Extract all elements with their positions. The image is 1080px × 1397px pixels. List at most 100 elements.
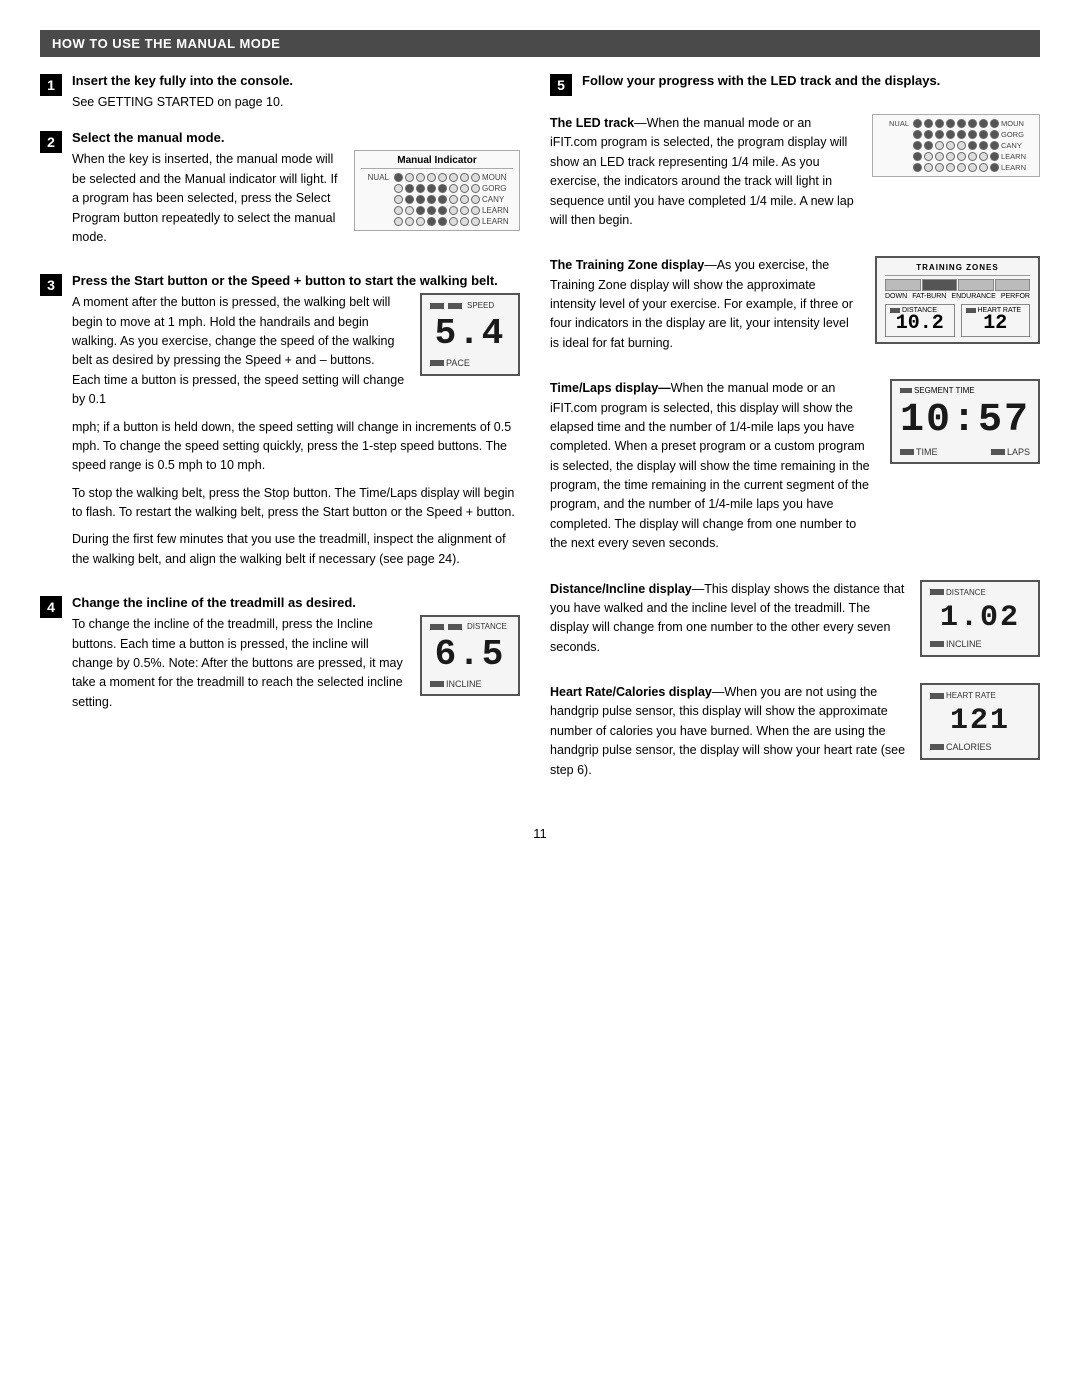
distance-incline-para: Distance/Incline dis­play—This display s… [550, 580, 906, 658]
incline2-box [930, 641, 944, 647]
led-dot [957, 130, 966, 139]
laps-box [991, 449, 1005, 455]
step-4-number: 4 [40, 596, 62, 618]
heart-rate-para: Heart Rate/Calories display—When you are… [550, 683, 906, 780]
two-col-layout: 1 Insert the key fully into the console.… [40, 73, 1040, 806]
speed-label: SPEED [430, 301, 494, 310]
manual-indicator-title: Manual Indicator [361, 155, 513, 169]
tz-label-fatburn: FAT-BURN [912, 293, 946, 300]
tz-title: The Training Zone dis­play [550, 258, 704, 272]
step-3-text: A moment after the button is pressed, th… [72, 293, 406, 417]
tz-displays: DISTANCE 10.2 HEART RATE 12 [885, 304, 1030, 337]
track-row-4: LEARN [879, 152, 1033, 161]
led-dot [979, 163, 988, 172]
pace-indicator-box [430, 360, 444, 366]
led-dot [471, 206, 480, 215]
incline-indicator: INCLINE [430, 679, 482, 689]
section-header: HOW TO USE THE MANUAL MODE [40, 30, 1040, 57]
led-dot [913, 152, 922, 161]
time-box [900, 449, 914, 455]
incline-lcd: 6.5 [430, 633, 510, 677]
page-number: 11 [40, 826, 1040, 841]
incline2-indicator: INCLINE [930, 639, 982, 649]
led-row-4: LEARN [361, 206, 513, 215]
led-dot [968, 141, 977, 150]
step-4-text: To change the incline of the treadmill, … [72, 615, 406, 720]
led-dot [935, 130, 944, 139]
led-dot [394, 173, 403, 182]
led-dot [405, 217, 414, 226]
led-dot [394, 206, 403, 215]
led-dot [990, 130, 999, 139]
training-zone-para: The Training Zone dis­play—As you exerci… [550, 256, 861, 353]
step-2-content: Select the manual mode. When the key is … [72, 130, 520, 255]
distance-indicator-box [448, 624, 462, 630]
tz-zone-endurance [958, 279, 994, 291]
led-dot [946, 163, 955, 172]
step-3-para2: mph; if a button is held down, the speed… [72, 418, 520, 476]
led-dot [924, 130, 933, 139]
led-dot [405, 184, 414, 193]
training-zone-text: The Training Zone dis­play—As you exerci… [550, 256, 861, 361]
led-dot [946, 119, 955, 128]
tz-number-1: 10.2 [890, 314, 950, 334]
led-row-5: LEARN [361, 217, 513, 226]
led-dot [394, 217, 403, 226]
led-track-title: The LED track [550, 116, 634, 130]
led-row-3: CANY [361, 195, 513, 204]
led-dot [471, 184, 480, 193]
led-dot [416, 173, 425, 182]
led-dot [405, 195, 414, 204]
led-dot [438, 206, 447, 215]
led-dot [427, 217, 436, 226]
led-label-learn1: LEARN [482, 206, 510, 215]
led-dot [990, 152, 999, 161]
led-dot [394, 184, 403, 193]
step-2-with-figure: When the key is inserted, the manual mod… [72, 150, 520, 255]
led-dot [460, 195, 469, 204]
led-dot [979, 152, 988, 161]
led-dot [438, 173, 447, 182]
training-zone-figure: The Training Zone dis­play—As you exerci… [550, 256, 1040, 361]
led-dot [460, 206, 469, 215]
time-laps-lcd: 10:57 [900, 397, 1030, 445]
step-3-title: Press the Start button or the Speed + bu… [72, 273, 520, 288]
step-1-body: See GETTING STARTED on page 10. [72, 93, 520, 112]
step-4-content: Change the incline of the treadmill as d… [72, 595, 520, 720]
led-dot [924, 163, 933, 172]
step-4-figure: To change the incline of the treadmill, … [72, 615, 520, 720]
track-label-moun: MOUN [1001, 119, 1031, 128]
track-label-learn1: LEARN [1001, 152, 1031, 161]
incline-display-panel: DISTANCE 6.5 INCLINE [420, 615, 520, 696]
distance-lcd: 1.02 [930, 599, 1030, 637]
step-2-number: 2 [40, 131, 62, 153]
header-title: HOW TO USE THE MANUAL MODE [52, 36, 280, 51]
calories-bottom: CALORIES [930, 742, 1030, 752]
led-dot [957, 141, 966, 150]
track-row-5: LEARN [879, 163, 1033, 172]
led-dot [449, 206, 458, 215]
led-track-para: The LED track—When the manual mode or an… [550, 114, 858, 230]
led-dot [913, 119, 922, 128]
led-label-moun: MOUN [482, 173, 510, 182]
distance-display-panel: DISTANCE 1.02 INCLINE [920, 580, 1040, 657]
di-title: Distance/Incline dis­play [550, 582, 692, 596]
step-3-number: 3 [40, 274, 62, 296]
led-track-body: When the manual mode or an iFIT.com prog… [550, 116, 854, 227]
time-laps-figure: Time/Laps display—When the manual mode o… [550, 379, 1040, 561]
step-5-content: Follow your progress with the LED track … [582, 73, 1040, 96]
hr-title: Heart Rate/Calories display [550, 685, 712, 699]
heart-rate-text: Heart Rate/Calories display—When you are… [550, 683, 906, 788]
tz-label-down: DOWN [885, 293, 907, 300]
step-1-block: 1 Insert the key fully into the console.… [40, 73, 520, 112]
incline-bottom-row: INCLINE [430, 679, 510, 689]
speed-label-row: SPEED [430, 301, 510, 310]
led-dot [427, 206, 436, 215]
hr-box [930, 693, 944, 699]
led-row-1: NUAL MOUN [361, 173, 513, 182]
led-dot [957, 163, 966, 172]
led-dot [394, 195, 403, 204]
led-dot [979, 130, 988, 139]
page-container: HOW TO USE THE MANUAL MODE 1 Insert the … [40, 30, 1040, 841]
led-dot [416, 217, 425, 226]
